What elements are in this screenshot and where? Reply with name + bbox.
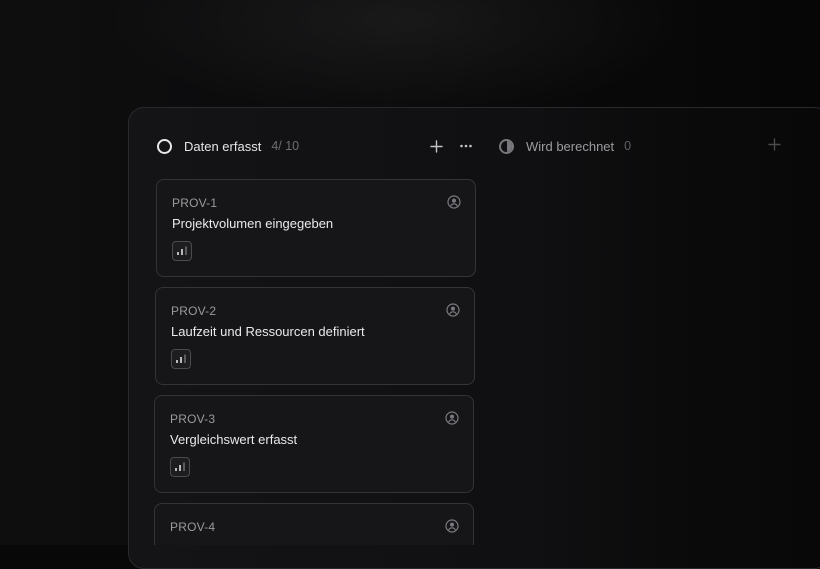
bar-chart-icon[interactable] — [170, 457, 190, 477]
issue-id: PROV-4 — [170, 520, 216, 534]
issue-card[interactable]: PROV-1 Projektvolumen eingegeben — [156, 179, 476, 277]
user-circle-icon[interactable] — [446, 303, 460, 317]
issue-title: Laufzeit und Ressourcen definiert — [171, 324, 365, 339]
user-circle-icon[interactable] — [447, 195, 461, 209]
column-count: 0 — [624, 139, 632, 153]
issue-card[interactable]: PROV-3 Vergleichswert erfasst — [154, 395, 474, 493]
column-header-wird-berechnet: Wird berechnet 0 — [499, 136, 799, 156]
bar-chart-icon[interactable] — [172, 241, 192, 261]
issue-card[interactable]: PROV-2 Laufzeit und Ressourcen definiert — [155, 287, 475, 385]
plus-icon[interactable] — [768, 138, 782, 152]
user-circle-icon[interactable] — [445, 519, 459, 533]
user-circle-icon[interactable] — [445, 411, 459, 425]
column-title: Wird berechnet — [526, 138, 615, 154]
issue-id: PROV-1 — [172, 196, 218, 210]
circle-half-icon — [499, 138, 514, 154]
column-header-daten-erfasst: Daten erfasst 4/ 10 — [157, 136, 473, 156]
plus-icon[interactable] — [429, 139, 443, 153]
issue-title: Projektvolumen eingegeben — [172, 216, 334, 231]
circle-outline-icon — [157, 138, 172, 154]
column-title: Daten erfasst — [184, 138, 262, 154]
issue-id: PROV-2 — [171, 304, 217, 318]
column-count: 4/ 10 — [271, 139, 300, 153]
issue-id: PROV-3 — [170, 412, 216, 426]
issue-title: Vergleichswert erfasst — [170, 432, 298, 447]
issue-card[interactable]: PROV-4 — [154, 503, 474, 545]
bar-chart-icon[interactable] — [171, 349, 191, 369]
more-horizontal-icon[interactable] — [459, 139, 473, 153]
